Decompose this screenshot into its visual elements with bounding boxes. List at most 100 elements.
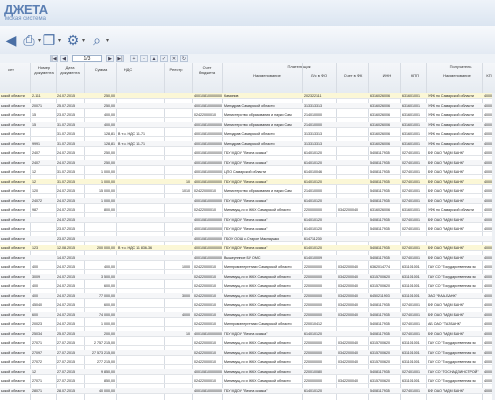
header-budget-account[interactable]: Счет бюджета <box>194 65 220 75</box>
table-row[interactable]: ьской области 12 27.07.2015 9 850,00 4001081… <box>0 368 495 375</box>
table-row[interactable]: ьской области 3009 24.07.2015 3 500,00 02422… <box>0 273 495 280</box>
table-row[interactable]: ьской области 12 31.07.2015 1 000,00 10 40010… <box>0 178 495 185</box>
first-page-button[interactable]: |◀ <box>50 55 58 62</box>
last-page-button[interactable]: ▶| <box>116 55 124 62</box>
add-record-button[interactable]: + <box>130 55 138 62</box>
next-page-button[interactable]: ▶ <box>106 55 114 62</box>
table-row[interactable]: ьской области 25034 25.07.2015 200,00 10 4001… <box>0 330 495 337</box>
table-cell: 220000000 <box>304 341 322 345</box>
table-cell: 02422000010 <box>194 360 216 364</box>
table-row[interactable]: ьской области 20023 24.07.2015 1 000,00 0242… <box>0 321 495 327</box>
table-cell: 24.07.2015 <box>57 151 75 155</box>
header-ls-fo[interactable]: Л/с в ФО <box>304 73 334 78</box>
table-row[interactable]: ьской области 27097 27.07.2015 27 573 215,0… <box>0 349 495 356</box>
search-menu-icon[interactable]: ▾ <box>104 28 110 52</box>
table-row[interactable]: ьской области 15 31.07.2015 400,00 400108100… <box>0 121 495 128</box>
table-row[interactable]: ьской области 45040 24.07.2015 600,00 024220… <box>0 302 495 308</box>
table-cell: ЦПО Самарской области <box>224 170 266 174</box>
table-cell <box>166 103 190 109</box>
table-cell: 40010810000000 <box>194 236 222 241</box>
table-cell: УФК по Самарской области <box>428 141 474 146</box>
table-cell: 220000000 <box>304 379 322 383</box>
table-cell: Минимущ-го и ЖКХ Самарской области <box>224 312 291 317</box>
header-doc-date[interactable]: Дата документа <box>58 65 82 75</box>
table-cell: ьской области <box>1 217 25 222</box>
table-row[interactable]: ьской области 400 24.07.2015 400,00 1000 0242… <box>0 264 495 270</box>
header-payer-name[interactable]: Наименование <box>232 73 302 78</box>
tools-icon[interactable]: ⚙ <box>66 28 80 52</box>
search-icon[interactable]: ⌕ <box>90 28 104 52</box>
table-row[interactable]: ьской области 31.07.2015 128,81 В т.ч. НДС … <box>0 131 495 137</box>
table-cell: БФ ОАО "МДМ БАНК" <box>428 151 465 155</box>
header-inn[interactable]: ИНН <box>372 73 402 78</box>
header-account[interactable]: сет <box>0 67 22 72</box>
table-cell <box>338 226 367 232</box>
edit-record-button[interactable]: ▲ <box>150 55 158 62</box>
table-row[interactable]: ьской области 28071 28.07.2015 40 000,00 400… <box>0 387 495 394</box>
table-cell: ГАУ СО "Государственная эк <box>428 284 476 288</box>
table-cell: БФ ОАО "МДМ БАНК" <box>428 303 465 307</box>
cancel-record-button[interactable]: ✕ <box>170 55 178 62</box>
table-cell: 6316026006 <box>370 141 390 146</box>
table-row[interactable]: ьской области 400 24.07.2015 77 000,00 3000 0… <box>0 292 495 299</box>
table-cell: 23.07.2015 <box>57 113 75 117</box>
table-cell: 24.07.2015 <box>57 265 75 269</box>
table-row[interactable]: ьской области 23.07.2015 40010810000000 ГБУ… <box>0 226 495 232</box>
print-icon[interactable]: ⎙ <box>22 28 36 52</box>
table-row[interactable]: ьской области 2407 24.07.2015 250,00 4001081… <box>0 159 495 166</box>
table-cell: ГБОУ ООШ с.Старое Маклаушко <box>224 236 280 241</box>
table-cell <box>118 93 163 99</box>
prev-page-button[interactable]: ◀ <box>60 55 68 62</box>
post-record-button[interactable]: ✓ <box>160 55 168 62</box>
table-row[interactable]: ьской области 23.07.2015 40010810000000 ГБО… <box>0 235 495 242</box>
table-row[interactable]: ьской области 987 24.07.2015 800,00 02422000… <box>0 207 495 213</box>
table-cell: ьской области <box>1 113 25 117</box>
table-row[interactable]: ьской области 2407 24.07.2015 250,00 4001081… <box>0 150 495 156</box>
table-cell: 12 <box>32 369 36 374</box>
table-row[interactable]: ьской области 120 24.07.2015 15 000,00 1010 0… <box>0 188 495 194</box>
header-vat[interactable]: НДС <box>118 67 138 72</box>
header-doc-number[interactable]: Номер документа <box>32 65 56 75</box>
table-cell: Минимущ-го и ЖКХ Самарской области <box>224 341 291 345</box>
header-sum[interactable]: Сумма <box>86 67 116 72</box>
page-input[interactable]: 1/3 <box>72 55 102 62</box>
header-registry[interactable]: Реестр <box>166 67 186 72</box>
table-cell: 220000000 <box>304 208 322 212</box>
delete-record-button[interactable]: - <box>140 55 148 62</box>
table-cell <box>32 131 55 137</box>
table-row[interactable]: ьской области 2-111 24.07.2015 250,00 400108… <box>0 93 495 99</box>
table-cell: БФ ОАО "МДМ БАНК" <box>428 312 465 317</box>
back-icon[interactable]: ◀ <box>4 28 18 52</box>
header-recipient-kpp[interactable]: КП <box>484 73 494 78</box>
table-row[interactable]: ьской области 15 23.07.2015 400,00 024220000… <box>0 112 495 118</box>
payments-grid[interactable]: ьской области 2-111 24.07.2015 250,00 400108… <box>0 93 495 400</box>
table-row[interactable]: ьской области 20071 25.07.2015 250,00 400108… <box>0 102 495 109</box>
header-fk-account[interactable]: Счет в ФК <box>338 73 368 78</box>
table-row[interactable]: ьской области 24072 24.07.2015 1 000,00 4001… <box>0 197 495 204</box>
table-row[interactable]: ьской области 600 24.07.2015 74 000,00 4000 0… <box>0 311 495 318</box>
table-row[interactable]: ьской области 27071 27.07.2015 2 757 215,00… <box>0 340 495 346</box>
table-cell: 27.07.2015 <box>57 379 75 383</box>
table-cell: УФК по Самарской области <box>428 122 474 127</box>
table-cell: 027401001 <box>402 255 420 260</box>
table-row[interactable]: ьской области 27072 27.07.2015 277 215,00 02… <box>0 359 495 365</box>
table-row[interactable]: ьской области 14.07.2015 40010810000000 Выш… <box>0 254 495 261</box>
table-row[interactable]: ьской области 12 31.07.2015 1 000,00 4001081… <box>0 169 495 175</box>
table-row[interactable]: ьской области 400 24.07.2015 600,00 02422000… <box>0 283 495 289</box>
table-row[interactable]: ьской области 9991 31.07.2015 128,81 В т.ч. … <box>0 140 495 147</box>
header-kpp[interactable]: КПП <box>402 73 428 78</box>
table-row[interactable]: ьской области 123 12.08.2015 200 000,00 В т.… <box>0 245 495 251</box>
table-cell: Минимущ-го и ЖКХ Самарской области <box>224 303 291 307</box>
table-cell <box>118 122 163 128</box>
copy-menu-icon[interactable]: ▾ <box>56 28 62 52</box>
refresh-button[interactable]: ↻ <box>180 55 188 62</box>
table-cell <box>85 236 115 242</box>
table-cell: Каминов <box>224 94 239 98</box>
tools-menu-icon[interactable]: ▾ <box>80 28 86 52</box>
table-row[interactable]: ьской области 24.07.2015 40010810000000 ГБУ… <box>0 216 495 223</box>
table-cell <box>118 169 163 175</box>
header-recipient-name[interactable]: Наименование <box>432 73 482 78</box>
table-row[interactable]: ьской области 27071 27.07.2015 850,00 024220… <box>0 378 495 384</box>
copy-icon[interactable]: ❐ <box>42 28 56 52</box>
table-cell: 1 000,00 <box>101 198 115 203</box>
